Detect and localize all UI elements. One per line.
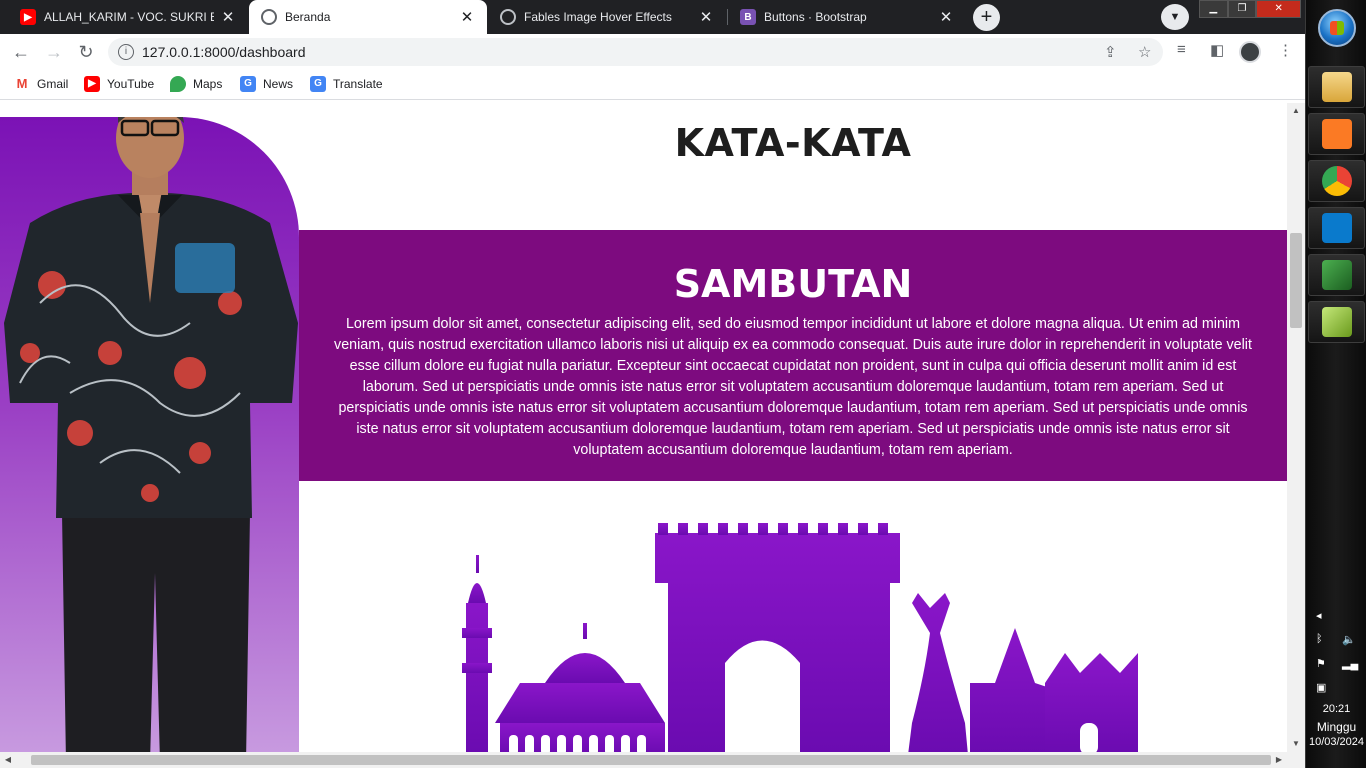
tab-youtube[interactable]: ▶ ALLAH_KARIM - VOC. SUKRI BUD ✕ bbox=[8, 0, 248, 34]
bootstrap-icon: B bbox=[740, 9, 756, 25]
bookmark-label: Translate bbox=[333, 77, 383, 91]
bookmark-maps[interactable]: Maps bbox=[170, 76, 222, 92]
tab-strip: ▶ ALLAH_KARIM - VOC. SUKRI BUD ✕ Beranda… bbox=[0, 0, 1305, 34]
photo-panel bbox=[0, 117, 299, 752]
sambutan-section: SAMBUTAN Lorem ipsum dolor sit amet, con… bbox=[299, 230, 1287, 481]
youtube-icon: ▶ bbox=[84, 76, 100, 92]
tab-title: Fables Image Hover Effects bbox=[524, 10, 672, 24]
translate-icon: G bbox=[310, 76, 326, 92]
window-controls: ▁ ❐ ✕ bbox=[1199, 0, 1302, 18]
vertical-scrollbar[interactable]: ▲ ▼ bbox=[1287, 103, 1305, 752]
bookmark-label: Maps bbox=[193, 77, 223, 91]
reload-button[interactable]: ↻ bbox=[74, 40, 98, 64]
globe-icon bbox=[500, 9, 516, 25]
taskbar-vscode[interactable] bbox=[1308, 207, 1365, 249]
back-button[interactable]: ← bbox=[9, 40, 33, 64]
reading-list-icon[interactable]: ≡ bbox=[1177, 41, 1186, 58]
tab-title: ALLAH_KARIM - VOC. SUKRI BUD bbox=[44, 10, 214, 24]
page-heading: KATA-KATA bbox=[674, 121, 912, 165]
profile-avatar[interactable] bbox=[1239, 41, 1261, 63]
address-bar[interactable]: i 127.0.0.1:8000/dashboard ⇪ ☆ bbox=[108, 38, 1163, 66]
side-panel-icon[interactable]: ◧ bbox=[1210, 41, 1224, 59]
scroll-up-arrow[interactable]: ▲ bbox=[1287, 103, 1305, 119]
bookmark-label: Gmail bbox=[37, 77, 69, 91]
vscode-icon bbox=[1321, 213, 1352, 243]
gmail-icon: M bbox=[16, 76, 28, 91]
clock-day[interactable]: Minggu bbox=[1306, 720, 1366, 734]
maps-icon bbox=[170, 76, 186, 92]
clock-date[interactable]: 10/03/2024 bbox=[1306, 736, 1366, 748]
restore-button[interactable]: ❐ bbox=[1227, 0, 1257, 18]
sambutan-body: Lorem ipsum dolor sit amet, consectetur … bbox=[334, 316, 1252, 458]
bookmark-news[interactable]: G News bbox=[240, 76, 293, 92]
page-viewport: KATA-KATA SAMBUTAN Lorem ipsum dolor sit… bbox=[0, 103, 1287, 752]
taskbar-chrome[interactable] bbox=[1308, 160, 1365, 202]
person-photo bbox=[4, 117, 298, 752]
bookmark-star-icon[interactable]: ☆ bbox=[1138, 43, 1151, 61]
taskbar-sublime[interactable] bbox=[1308, 254, 1365, 296]
close-tab-icon[interactable]: ✕ bbox=[698, 8, 714, 26]
chrome-icon bbox=[1321, 166, 1352, 196]
tab-bootstrap[interactable]: B Buttons · Bootstrap ✕ bbox=[728, 0, 966, 34]
clock-time[interactable]: 20:21 bbox=[1306, 703, 1366, 715]
tab-fables[interactable]: Fables Image Hover Effects ✕ bbox=[488, 0, 726, 34]
browser-chrome: ▶ ALLAH_KARIM - VOC. SUKRI BUD ✕ Beranda… bbox=[0, 0, 1305, 103]
city-skyline-illustration bbox=[462, 523, 1138, 752]
horizontal-scrollbar[interactable]: ◀ ▶ bbox=[0, 752, 1305, 768]
bookmark-label: News bbox=[263, 77, 294, 91]
browser-toolbar: ← → ↻ i 127.0.0.1:8000/dashboard ⇪ ☆ ≡ ◧… bbox=[0, 34, 1305, 70]
volume-icon[interactable]: 🔈 bbox=[1342, 633, 1356, 646]
scroll-down-arrow[interactable]: ▼ bbox=[1287, 736, 1305, 752]
news-icon: G bbox=[240, 76, 256, 92]
forward-button[interactable]: → bbox=[42, 40, 66, 64]
bookmark-gmail[interactable]: M Gmail bbox=[14, 76, 69, 92]
tab-title: Beranda bbox=[285, 10, 331, 24]
action-center-flag-icon[interactable]: ⚑ bbox=[1316, 657, 1326, 670]
xampp-icon bbox=[1321, 119, 1352, 149]
tab-beranda[interactable]: Beranda ✕ bbox=[249, 0, 487, 34]
taskbar-notepad[interactable] bbox=[1308, 301, 1365, 343]
menu-kebab-icon[interactable]: ⋮ bbox=[1278, 41, 1293, 59]
bookmark-translate[interactable]: G Translate bbox=[310, 76, 383, 92]
scroll-right-arrow[interactable]: ▶ bbox=[1271, 752, 1287, 768]
close-tab-icon[interactable]: ✕ bbox=[220, 8, 236, 26]
sublime-icon bbox=[1321, 260, 1352, 290]
scroll-left-arrow[interactable]: ◀ bbox=[0, 752, 16, 768]
windows-taskbar: ◂ ᛒ 🔈 ⚑ ▂▄ ▣ 20:21 Minggu 10/03/2024 bbox=[1305, 0, 1366, 768]
close-tab-icon[interactable]: ✕ bbox=[459, 8, 475, 26]
taskbar-xampp[interactable] bbox=[1308, 113, 1365, 155]
start-button[interactable] bbox=[1318, 9, 1356, 47]
bluetooth-icon[interactable]: ᛒ bbox=[1316, 633, 1323, 645]
clipboard-icon[interactable]: ▣ bbox=[1316, 681, 1326, 694]
file-explorer-icon bbox=[1321, 72, 1352, 102]
show-hidden-icons-icon[interactable]: ◂ bbox=[1316, 609, 1322, 622]
site-info-icon[interactable]: i bbox=[118, 44, 134, 60]
tab-title: Buttons · Bootstrap bbox=[764, 10, 867, 24]
bookmark-label: YouTube bbox=[107, 77, 155, 91]
share-icon[interactable]: ⇪ bbox=[1104, 43, 1117, 61]
notepad-icon bbox=[1321, 307, 1352, 337]
network-signal-icon[interactable]: ▂▄ bbox=[1342, 657, 1358, 670]
close-tab-icon[interactable]: ✕ bbox=[938, 8, 954, 26]
window-close-button[interactable]: ✕ bbox=[1256, 0, 1302, 18]
bookmarks-bar: M Gmail ▶ YouTube Maps G News G Translat… bbox=[0, 70, 1305, 100]
scroll-thumb[interactable] bbox=[1290, 233, 1302, 328]
new-tab-button[interactable]: + bbox=[973, 4, 1000, 31]
scroll-thumb[interactable] bbox=[31, 755, 1271, 765]
bookmark-youtube[interactable]: ▶ YouTube bbox=[84, 76, 154, 92]
globe-icon bbox=[261, 9, 277, 25]
taskbar-file-explorer[interactable] bbox=[1308, 66, 1365, 108]
url-text[interactable]: 127.0.0.1:8000/dashboard bbox=[142, 44, 305, 60]
tab-search-button[interactable]: ▼ bbox=[1161, 4, 1189, 30]
minimize-button[interactable]: ▁ bbox=[1199, 0, 1228, 18]
youtube-icon: ▶ bbox=[20, 9, 36, 25]
sambutan-title: SAMBUTAN bbox=[673, 262, 913, 306]
